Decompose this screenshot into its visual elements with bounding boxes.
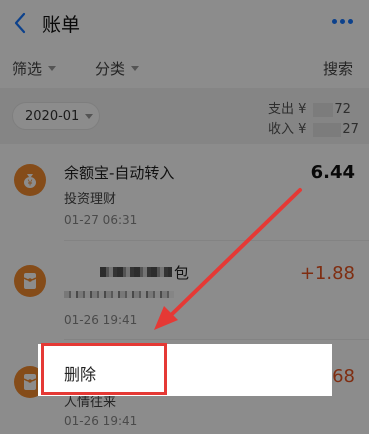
highlight-box	[41, 343, 167, 395]
